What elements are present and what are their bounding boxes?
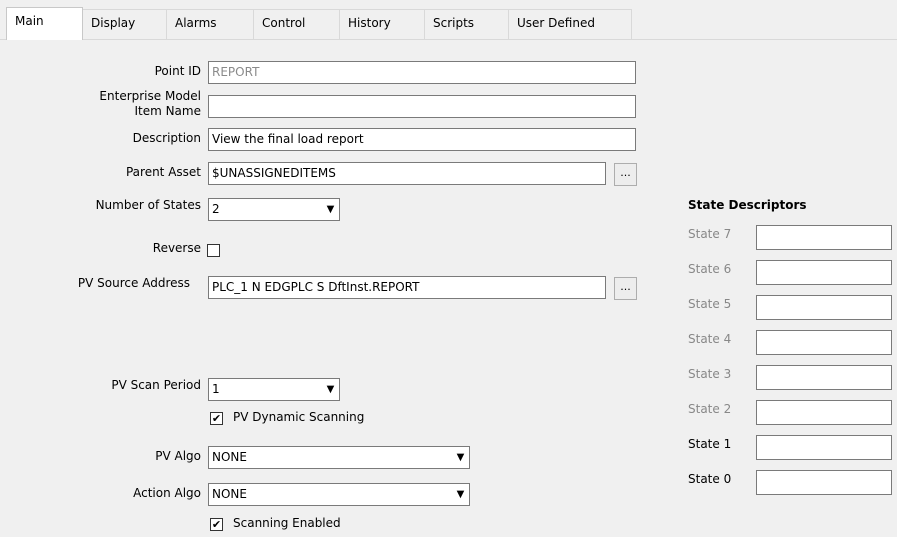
- state-6-label: State 6: [688, 262, 732, 276]
- reverse-label: Reverse: [152, 241, 201, 255]
- scanning-enabled-checkbox[interactable]: ✔: [210, 518, 223, 531]
- state-0-label: State 0: [688, 472, 732, 486]
- tab-main[interactable]: Main: [6, 7, 83, 40]
- pv-source-address-browse-button[interactable]: ...: [614, 277, 637, 300]
- point-id-field[interactable]: REPORT: [208, 61, 636, 84]
- tab-display[interactable]: Display: [82, 9, 167, 39]
- state-5-field[interactable]: [756, 295, 892, 320]
- tab-scripts[interactable]: Scripts: [424, 9, 509, 39]
- state-0-field[interactable]: [756, 470, 892, 495]
- tab-alarms-label: Alarms: [175, 16, 217, 30]
- pv-algo-label: PV Algo: [155, 449, 201, 463]
- state-2-field[interactable]: [756, 400, 892, 425]
- number-of-states-label: Number of States: [95, 198, 201, 212]
- chevron-down-icon[interactable]: ▼: [452, 447, 469, 468]
- state-5-label: State 5: [688, 297, 732, 311]
- tab-history[interactable]: History: [339, 9, 425, 39]
- state-4-label: State 4: [688, 332, 732, 346]
- tab-user-defined[interactable]: User Defined: [508, 9, 632, 39]
- tab-control-label: Control: [262, 16, 306, 30]
- number-of-states-select[interactable]: 2 ▼: [208, 198, 340, 221]
- pv-algo-value: NONE: [212, 450, 247, 464]
- tab-user-defined-label: User Defined: [517, 16, 595, 30]
- state-2-label: State 2: [688, 402, 732, 416]
- parent-asset-browse-button[interactable]: ...: [614, 163, 637, 186]
- parent-asset-label: Parent Asset: [125, 165, 201, 179]
- tab-bar: Main Display Alarms Control History Scri…: [0, 0, 897, 40]
- enterprise-model-field[interactable]: [208, 95, 636, 118]
- state-3-label: State 3: [688, 367, 732, 381]
- state-1-field[interactable]: [756, 435, 892, 460]
- description-label: Description: [132, 131, 201, 145]
- tab-display-label: Display: [91, 16, 136, 30]
- parent-asset-field[interactable]: $UNASSIGNEDITEMS: [208, 162, 606, 185]
- tab-main-label: Main: [15, 14, 44, 28]
- point-id-label: Point ID: [154, 64, 201, 78]
- number-of-states-value: 2: [212, 202, 220, 216]
- pv-source-address-label: PV Source Address: [77, 276, 190, 290]
- tab-alarms[interactable]: Alarms: [166, 9, 254, 39]
- pv-dynamic-scanning-label: PV Dynamic Scanning: [233, 410, 365, 424]
- chevron-down-icon[interactable]: ▼: [452, 484, 469, 505]
- state-descriptors-title: State Descriptors: [688, 198, 807, 212]
- pv-source-address-field[interactable]: PLC_1 N EDGPLC S DftInst.REPORT: [208, 276, 606, 299]
- pv-scan-period-value: 1: [212, 382, 220, 396]
- reverse-checkbox[interactable]: [207, 244, 220, 257]
- state-3-field[interactable]: [756, 365, 892, 390]
- state-1-label: State 1: [688, 437, 732, 451]
- enterprise-model-label: Enterprise Model Item Name: [40, 89, 201, 119]
- tab-control[interactable]: Control: [253, 9, 340, 39]
- state-6-field[interactable]: [756, 260, 892, 285]
- scanning-enabled-label: Scanning Enabled: [233, 516, 341, 530]
- pv-scan-period-label: PV Scan Period: [111, 378, 201, 392]
- state-4-field[interactable]: [756, 330, 892, 355]
- chevron-down-icon[interactable]: ▼: [322, 199, 339, 220]
- tab-scripts-label: Scripts: [433, 16, 475, 30]
- state-7-field[interactable]: [756, 225, 892, 250]
- pv-scan-period-select[interactable]: 1 ▼: [208, 378, 340, 401]
- action-algo-select[interactable]: NONE ▼: [208, 483, 470, 506]
- pv-dynamic-scanning-checkbox[interactable]: ✔: [210, 412, 223, 425]
- description-field[interactable]: View the final load report: [208, 128, 636, 151]
- chevron-down-icon[interactable]: ▼: [322, 379, 339, 400]
- action-algo-value: NONE: [212, 487, 247, 501]
- pv-algo-select[interactable]: NONE ▼: [208, 446, 470, 469]
- action-algo-label: Action Algo: [133, 486, 201, 500]
- tab-divider: [0, 39, 897, 40]
- state-7-label: State 7: [688, 227, 732, 241]
- tab-history-label: History: [348, 16, 391, 30]
- enterprise-model-label-line2: Item Name: [134, 104, 201, 118]
- enterprise-model-label-line1: Enterprise Model: [99, 89, 201, 103]
